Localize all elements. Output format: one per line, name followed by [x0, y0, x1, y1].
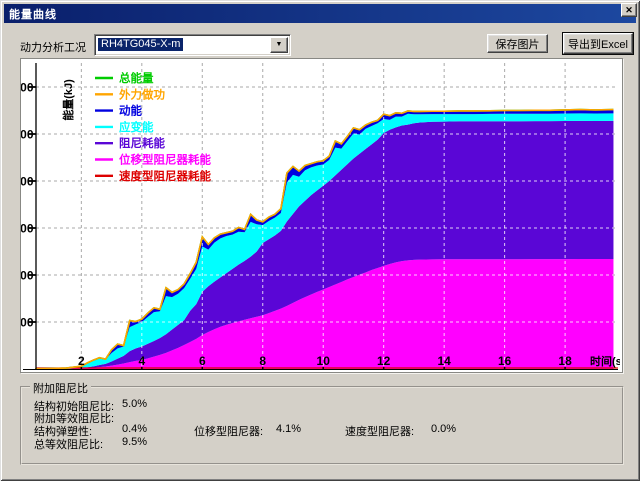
- displacement-damper-value: 4.1%: [276, 423, 301, 435]
- svg-text:阻尼耗能: 阻尼耗能: [119, 136, 165, 150]
- svg-text:时间(s): 时间(s): [590, 354, 620, 368]
- svg-text:2000: 2000: [21, 175, 34, 189]
- close-icon: ✕: [625, 5, 633, 15]
- svg-text:10: 10: [317, 354, 331, 368]
- svg-text:2500: 2500: [21, 128, 34, 142]
- svg-text:4: 4: [138, 354, 145, 368]
- svg-text:3000: 3000: [21, 81, 34, 95]
- svg-text:速度型阻尼器耗能: 速度型阻尼器耗能: [119, 169, 211, 183]
- close-button[interactable]: ✕: [621, 3, 637, 17]
- initial-damping-value: 5.0%: [122, 398, 147, 410]
- total-damping-label: 总等效阻尼比:: [34, 436, 103, 452]
- analysis-case-value: RH4TG045-X-m: [98, 38, 183, 51]
- elastoplastic-value: 0.4%: [122, 423, 147, 435]
- svg-text:动能: 动能: [119, 104, 142, 118]
- svg-text:500: 500: [21, 316, 34, 330]
- displacement-damper-label: 位移型阻尼器:: [194, 423, 263, 439]
- title-bar[interactable]: 能量曲线: [4, 4, 636, 23]
- energy-chart: 500 1000 1500 2000 2500 3000 2 4 6 8 10 12 14 16 18 时间(…: [21, 59, 620, 370]
- svg-text:12: 12: [377, 354, 391, 368]
- svg-text:6: 6: [199, 354, 206, 368]
- svg-text:8: 8: [259, 354, 266, 368]
- chevron-down-icon[interactable]: ▼: [270, 37, 288, 53]
- svg-text:1000: 1000: [21, 269, 34, 283]
- svg-text:2: 2: [78, 354, 85, 368]
- analysis-case-label: 动力分析工况: [20, 39, 86, 55]
- export-excel-button[interactable]: 导出到Excel: [563, 33, 633, 54]
- svg-text:外力做功: 外力做功: [118, 87, 165, 101]
- velocity-damper-value: 0.0%: [431, 423, 456, 435]
- analysis-case-combobox[interactable]: RH4TG045-X-m ▼: [94, 34, 291, 56]
- energy-chart-panel: 500 1000 1500 2000 2500 3000 2 4 6 8 10 12 14 16 18 时间(…: [20, 58, 623, 373]
- svg-text:位移型阻尼器耗能: 位移型阻尼器耗能: [119, 153, 211, 167]
- window-title: 能量曲线: [4, 6, 57, 22]
- svg-text:1500: 1500: [21, 222, 34, 236]
- svg-text:总能量: 总能量: [119, 71, 154, 85]
- svg-text:14: 14: [437, 354, 451, 368]
- svg-text:应变能: 应变能: [119, 120, 154, 134]
- energy-curve-window: 能量曲线 ✕ 动力分析工况 RH4TG045-X-m ▼ 保存图片 导出到Exc…: [0, 0, 640, 481]
- svg-text:能量(kJ): 能量(kJ): [61, 79, 75, 121]
- total-damping-value: 9.5%: [122, 436, 147, 448]
- save-image-button[interactable]: 保存图片: [487, 34, 548, 53]
- groupbox-title: 附加阻尼比: [30, 380, 91, 396]
- svg-text:18: 18: [558, 354, 572, 368]
- velocity-damper-label: 速度型阻尼器:: [345, 423, 414, 439]
- damping-ratio-groupbox: 附加阻尼比 结构初始阻尼比: 5.0% 附加等效阻尼比: 结构弹塑性: 0.4%…: [20, 386, 624, 465]
- svg-text:16: 16: [498, 354, 512, 368]
